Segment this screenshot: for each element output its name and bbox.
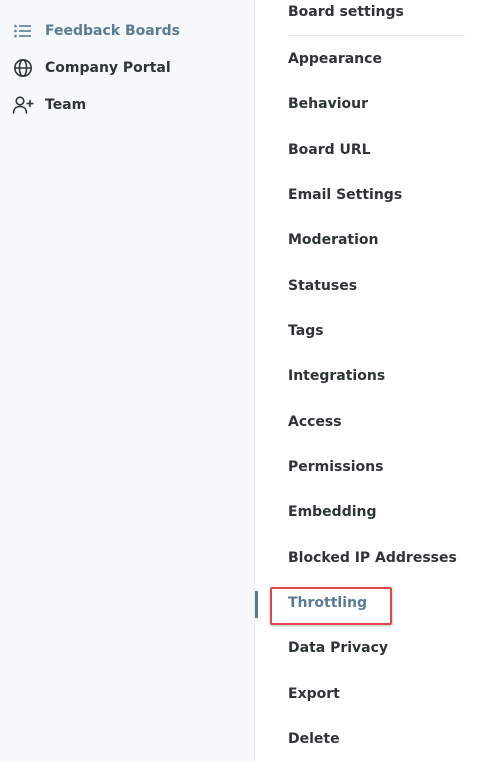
nav-item-integrations[interactable]: Integrations <box>288 365 385 387</box>
nav-item-export[interactable]: Export <box>288 683 340 705</box>
sidebar-item-company-portal[interactable]: Company Portal <box>12 56 171 80</box>
nav-item-email-settings[interactable]: Email Settings <box>288 184 402 206</box>
list-icon <box>12 20 34 42</box>
divider <box>288 35 465 36</box>
nav-item-appearance[interactable]: Appearance <box>288 48 382 70</box>
nav-item-board-url[interactable]: Board URL <box>288 139 371 161</box>
sidebar-item-team[interactable]: Team <box>12 93 86 117</box>
nav-item-tags[interactable]: Tags <box>288 320 324 342</box>
sidebar-item-feedback-boards[interactable]: Feedback Boards <box>12 19 180 43</box>
nav-item-embedding[interactable]: Embedding <box>288 501 377 523</box>
sidebar: Feedback Boards Company Portal Team <box>0 0 254 762</box>
active-indicator <box>255 591 258 618</box>
app-window: Feedback Boards Company Portal Team Boar… <box>0 0 489 762</box>
nav-item-delete[interactable]: Delete <box>288 728 340 750</box>
nav-item-permissions[interactable]: Permissions <box>288 456 383 478</box>
sidebar-item-label: Company Portal <box>45 60 171 76</box>
nav-item-access[interactable]: Access <box>288 411 342 433</box>
nav-item-statuses[interactable]: Statuses <box>288 275 357 297</box>
globe-icon <box>12 57 34 79</box>
sidebar-divider <box>254 0 255 762</box>
settings-nav-title: Board settings <box>288 4 404 20</box>
nav-item-blocked-ip-addresses[interactable]: Blocked IP Addresses <box>288 547 457 569</box>
sidebar-item-label: Feedback Boards <box>45 23 180 39</box>
sidebar-item-label: Team <box>45 97 87 113</box>
nav-item-behaviour[interactable]: Behaviour <box>288 93 368 115</box>
nav-item-throttling[interactable]: Throttling <box>288 592 367 614</box>
nav-item-moderation[interactable]: Moderation <box>288 229 379 251</box>
nav-item-data-privacy[interactable]: Data Privacy <box>288 637 388 659</box>
add-user-icon <box>12 94 34 116</box>
